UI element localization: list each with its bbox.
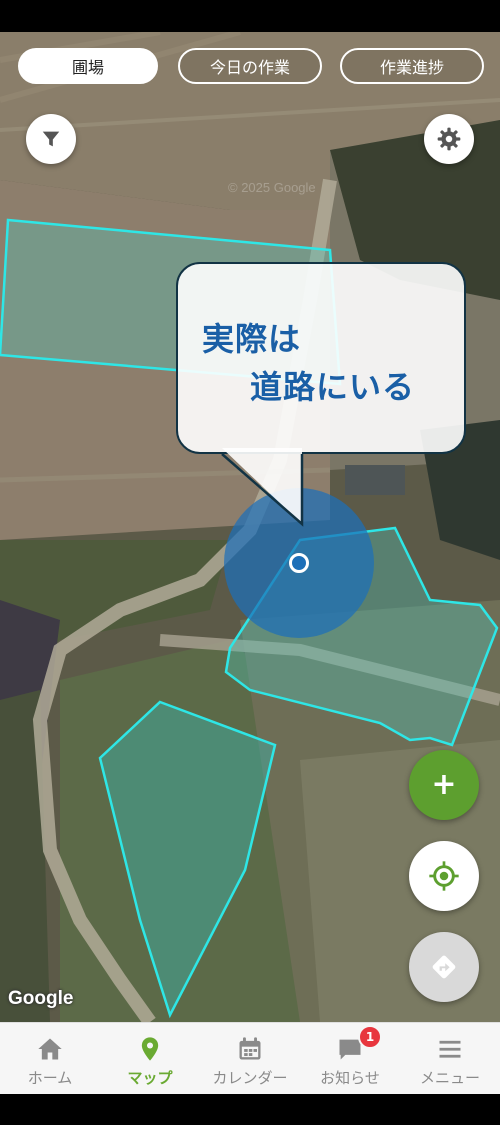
bottom-navigation: ホーム マップ カレンダー 1 お知らせ メニュー xyxy=(0,1022,500,1094)
filter-icon xyxy=(42,131,60,147)
current-location-dot xyxy=(289,553,309,573)
tab-today-work-label: 今日の作業 xyxy=(209,58,290,77)
tab-fields[interactable]: 圃場 xyxy=(18,48,158,84)
system-nav-bar xyxy=(0,1094,500,1125)
nav-home-label: ホーム xyxy=(27,1069,73,1087)
nav-notifications[interactable]: 1 お知らせ xyxy=(300,1023,400,1095)
tab-fields-label: 圃場 xyxy=(71,58,104,77)
notification-badge: 1 xyxy=(358,1025,382,1049)
filter-button[interactable] xyxy=(26,114,76,164)
locate-button[interactable] xyxy=(409,841,479,911)
direction-icon xyxy=(432,955,456,979)
tab-today-work[interactable]: 今日の作業 xyxy=(178,48,322,84)
add-button[interactable]: + xyxy=(409,750,479,820)
callout-line-2: 道路にいる xyxy=(250,368,416,406)
nav-menu-label: メニュー xyxy=(419,1069,480,1087)
calendar-icon xyxy=(239,1037,261,1060)
nav-map[interactable]: マップ xyxy=(100,1023,200,1095)
annotation-callout: 実際は 道路にいる xyxy=(176,262,466,454)
status-bar xyxy=(0,0,500,32)
add-icon: + xyxy=(431,767,457,802)
google-logo: Google xyxy=(8,988,74,1009)
menu-icon xyxy=(439,1040,461,1058)
settings-button[interactable] xyxy=(424,114,474,164)
map-copyright: © 2025 Google xyxy=(228,180,316,195)
nav-menu[interactable]: メニュー xyxy=(400,1023,500,1095)
nav-calendar[interactable]: カレンダー xyxy=(200,1023,300,1095)
nav-map-label: マップ xyxy=(127,1069,173,1087)
tab-work-progress[interactable]: 作業進捗 xyxy=(340,48,484,84)
gear-icon xyxy=(437,127,461,151)
map-pin-icon xyxy=(141,1037,159,1061)
view-tabs: 圃場 今日の作業 作業進捗 xyxy=(0,48,500,88)
home-icon xyxy=(38,1038,62,1060)
navigate-button[interactable] xyxy=(409,932,479,1002)
nav-calendar-label: カレンダー xyxy=(212,1069,288,1087)
nav-home[interactable]: ホーム xyxy=(0,1023,100,1095)
nav-notifications-label: お知らせ xyxy=(320,1069,380,1087)
tab-work-progress-label: 作業進捗 xyxy=(379,58,444,77)
callout-line-1: 実際は xyxy=(202,320,302,358)
callout-pointer xyxy=(221,448,304,527)
crosshair-icon xyxy=(429,861,459,891)
